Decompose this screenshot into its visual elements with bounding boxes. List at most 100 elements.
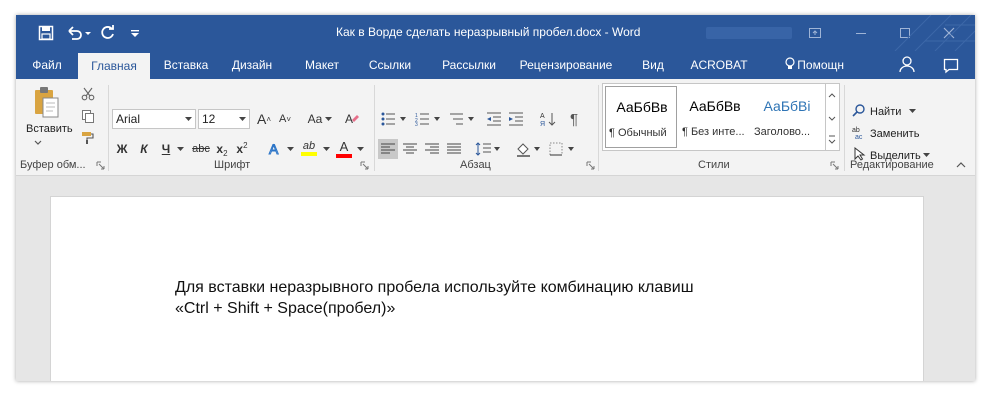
- styles-gallery-scroll[interactable]: [826, 83, 840, 151]
- svg-text:A: A: [269, 141, 279, 157]
- tab-insert[interactable]: Вставка: [156, 51, 216, 79]
- subscript-button[interactable]: x2: [214, 139, 230, 159]
- group-divider: [374, 85, 375, 171]
- ribbon-tabs: Файл Главная Вставка Дизайн Макет Ссылки…: [16, 51, 975, 79]
- tab-references[interactable]: Ссылки: [362, 51, 418, 79]
- group-divider: [844, 85, 845, 171]
- align-left-icon[interactable]: [378, 139, 398, 159]
- customize-icon[interactable]: [130, 21, 140, 45]
- chevron-down-icon[interactable]: [828, 116, 836, 121]
- font-size-value: 12: [202, 112, 216, 126]
- tab-design[interactable]: Дизайн: [224, 51, 280, 79]
- align-center-icon[interactable]: [400, 139, 420, 159]
- decrease-indent-icon[interactable]: [484, 109, 504, 129]
- clipboard-group-label: Буфер обм...: [20, 159, 86, 171]
- tab-file[interactable]: Файл: [22, 51, 72, 79]
- paste-icon[interactable]: [24, 85, 68, 121]
- styles-gallery[interactable]: АаБбВв ¶ Обычный АаБбВв ¶ Без инте... Аа…: [602, 83, 826, 151]
- tab-home[interactable]: Главная: [78, 53, 150, 79]
- highlight-dropdown-icon[interactable]: [322, 139, 330, 159]
- tab-mailings[interactable]: Рассылки: [434, 51, 504, 79]
- paragraph-launcher-icon[interactable]: [586, 161, 595, 170]
- bold-button[interactable]: Ж: [114, 139, 130, 159]
- restore-icon[interactable]: [800, 21, 830, 45]
- clipboard-launcher-icon[interactable]: [96, 161, 105, 170]
- shading-icon[interactable]: [514, 139, 542, 159]
- more-styles-icon[interactable]: [828, 135, 836, 144]
- style-no-spacing[interactable]: АаБбВв ¶ Без инте...: [679, 86, 751, 148]
- svg-text:Я: Я: [540, 121, 545, 127]
- tab-acrobat[interactable]: ACROBAT: [686, 51, 752, 79]
- bullets-icon[interactable]: [380, 109, 408, 129]
- styles-group-label: Стили: [698, 159, 730, 171]
- undo-icon[interactable]: [66, 21, 92, 45]
- format-painter-icon[interactable]: [78, 129, 98, 147]
- strikethrough-button[interactable]: abc: [190, 139, 212, 159]
- document-line: Для вставки неразрывного пробела использ…: [175, 279, 694, 296]
- change-case-label: Aa: [307, 112, 323, 126]
- font-group-label: Шрифт: [214, 159, 251, 171]
- tab-layout[interactable]: Макет: [294, 51, 350, 79]
- title-bar: Как в Ворде сделать неразрывный пробел.d…: [16, 15, 975, 51]
- show-marks-icon[interactable]: ¶: [564, 109, 584, 129]
- font-size-combo[interactable]: 12: [198, 109, 250, 129]
- copy-icon[interactable]: [78, 107, 98, 125]
- change-case-button[interactable]: Aa: [306, 109, 334, 129]
- find-button[interactable]: Найти: [852, 103, 917, 120]
- comment-icon[interactable]: [940, 51, 962, 79]
- group-divider: [108, 85, 109, 171]
- paste-label[interactable]: Вставить: [26, 123, 73, 135]
- numbering-icon[interactable]: 123: [414, 109, 442, 129]
- grow-font-button[interactable]: A ˄: [256, 109, 272, 129]
- document-page[interactable]: Для вставки неразрывного пробела использ…: [50, 196, 924, 381]
- tab-review[interactable]: Рецензирование: [518, 51, 614, 79]
- font-color-button[interactable]: A: [334, 137, 354, 159]
- style-normal[interactable]: АаБбВв ¶ Обычный: [605, 86, 677, 148]
- paragraph-group-label: Абзац: [460, 159, 491, 171]
- underline-dropdown-icon[interactable]: [176, 139, 184, 159]
- window-title: Как в Ворде сделать неразрывный пробел.d…: [336, 25, 641, 39]
- font-color-dropdown-icon[interactable]: [356, 139, 364, 159]
- highlight-button[interactable]: ab: [298, 137, 320, 159]
- align-right-icon[interactable]: [422, 139, 442, 159]
- save-icon[interactable]: [38, 21, 54, 45]
- borders-icon[interactable]: [548, 139, 576, 159]
- tab-tell-me[interactable]: Помощн: [784, 51, 844, 79]
- chevron-up-icon[interactable]: [828, 93, 836, 98]
- styles-launcher-icon[interactable]: [830, 161, 839, 170]
- paste-dropdown-icon[interactable]: [34, 137, 42, 149]
- style-sample: АаБбВв: [689, 98, 741, 114]
- replace-button[interactable]: ab ac Заменить: [852, 125, 919, 142]
- svg-text:A: A: [345, 112, 353, 126]
- superscript-button[interactable]: x2: [234, 139, 250, 159]
- shrink-font-button[interactable]: A ˅: [277, 109, 293, 129]
- document-text[interactable]: Для вставки неразрывного пробела использ…: [175, 277, 694, 319]
- justify-icon[interactable]: [444, 139, 464, 159]
- collapse-ribbon-icon[interactable]: [954, 159, 968, 171]
- underline-button[interactable]: Ч: [158, 139, 174, 159]
- grow-font-label: A: [256, 111, 267, 127]
- tab-view[interactable]: Вид: [638, 51, 668, 79]
- italic-button[interactable]: К: [136, 139, 152, 159]
- redo-icon[interactable]: [100, 21, 116, 45]
- svg-text:ab: ab: [852, 127, 860, 134]
- document-area: Для вставки неразрывного пробела использ…: [16, 176, 975, 381]
- account-name-redacted: [706, 27, 792, 39]
- cut-icon[interactable]: [78, 85, 98, 103]
- style-name: ¶ Обычный: [609, 127, 667, 139]
- chevron-down-icon: [909, 109, 917, 113]
- font-name-combo[interactable]: Arial: [112, 109, 196, 129]
- highlight-letter: ab: [302, 140, 316, 152]
- line-spacing-icon[interactable]: [474, 139, 502, 159]
- increase-indent-icon[interactable]: [506, 109, 526, 129]
- style-heading[interactable]: АаБбВі Заголово...: [751, 86, 823, 148]
- text-effects-dropdown-icon[interactable]: [286, 139, 294, 159]
- svg-text:3: 3: [415, 122, 418, 126]
- multilevel-list-icon[interactable]: [448, 109, 476, 129]
- text-effects-icon[interactable]: A: [266, 139, 284, 159]
- person-icon[interactable]: [896, 51, 918, 79]
- font-name-value: Arial: [116, 112, 141, 126]
- sort-icon[interactable]: AЯ: [538, 109, 558, 129]
- font-launcher-icon[interactable]: [360, 161, 369, 170]
- clear-formatting-icon[interactable]: A: [342, 109, 362, 129]
